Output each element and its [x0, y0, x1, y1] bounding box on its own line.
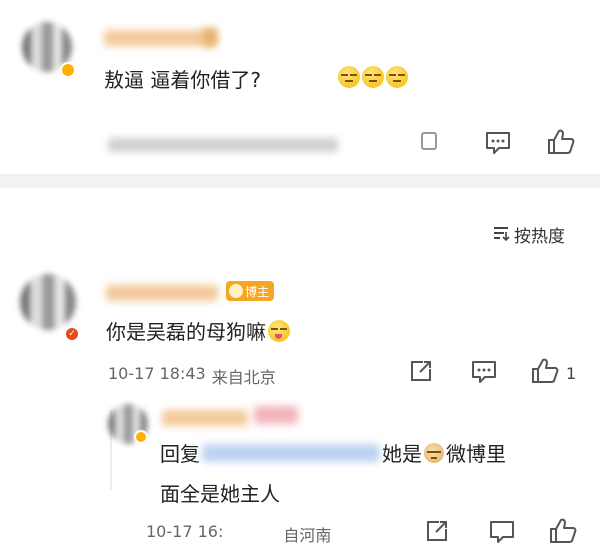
reply-prefix: 回复 [160, 442, 200, 466]
reply-meta: 10-17 16: 自河南 [146, 522, 331, 546]
share-icon[interactable] [418, 128, 444, 158]
comment-icon[interactable] [484, 130, 512, 160]
username[interactable] [162, 410, 248, 426]
reply-time: 10-17 16: [146, 522, 224, 541]
unamused-emoji-icon [338, 66, 360, 88]
comment-1: 敖逼 逼着你借了? [0, 0, 600, 172]
reply-text-a: 她是 [382, 442, 422, 466]
reply-text-b: 微博里 [446, 442, 506, 466]
doge-emoji-icon [424, 442, 444, 463]
crown-icon [229, 284, 243, 298]
verified-badge-icon: ✓ [64, 326, 80, 342]
like-icon[interactable] [530, 357, 560, 389]
sort-toggle[interactable]: 按热度 [492, 222, 565, 247]
sort-label: 按热度 [514, 227, 565, 247]
mentioned-username[interactable] [202, 443, 380, 462]
comment-text: 敖逼 逼着你借了? [104, 68, 261, 92]
reply-location: 自河南 [283, 526, 332, 545]
reply-body-line-2: 面全是她主人 [160, 482, 280, 506]
comment-body: 你是吴磊的母狗嘛 [106, 316, 290, 345]
share-icon[interactable] [408, 358, 434, 388]
comment-meta [108, 138, 338, 152]
like-icon[interactable] [546, 128, 576, 160]
member-badge-icon [203, 28, 217, 46]
comment-meta: 10-17 18:43 来自北京 [108, 364, 276, 388]
comment-text: 你是吴磊的母狗嘛 [106, 320, 266, 344]
like-count: 1 [566, 364, 577, 383]
comment-location: 来自北京 [211, 368, 276, 387]
comment-2: ✓ 博主 你是吴磊的母狗嘛 10-17 18:43 来自北京 1 [0, 270, 600, 410]
verified-badge-icon [134, 430, 148, 444]
username[interactable] [104, 30, 216, 46]
like-icon[interactable] [548, 517, 578, 549]
verified-badge-icon [60, 62, 76, 78]
comment-icon[interactable] [488, 519, 516, 549]
unamused-emoji-icon [362, 66, 384, 88]
username[interactable] [106, 285, 218, 301]
avatar[interactable] [20, 274, 76, 330]
member-badge-icon [254, 406, 298, 424]
sort-icon [492, 224, 510, 246]
comment-time: 10-17 18:43 [108, 364, 206, 383]
author-badge: 博主 [226, 281, 275, 301]
author-badge-label: 博主 [245, 284, 270, 299]
comment-icon[interactable] [470, 359, 498, 389]
section-divider [0, 174, 600, 188]
share-icon[interactable] [424, 518, 450, 548]
reply: 回复 她是 微博里 面全是她主人 10-17 16: 自河南 [0, 396, 600, 545]
tongue-out-emoji-icon [268, 319, 290, 342]
reply-body-line-1: 回复 她是 微博里 [160, 438, 506, 467]
unamused-emoji-icon [386, 66, 408, 88]
emoji-group [338, 66, 408, 88]
